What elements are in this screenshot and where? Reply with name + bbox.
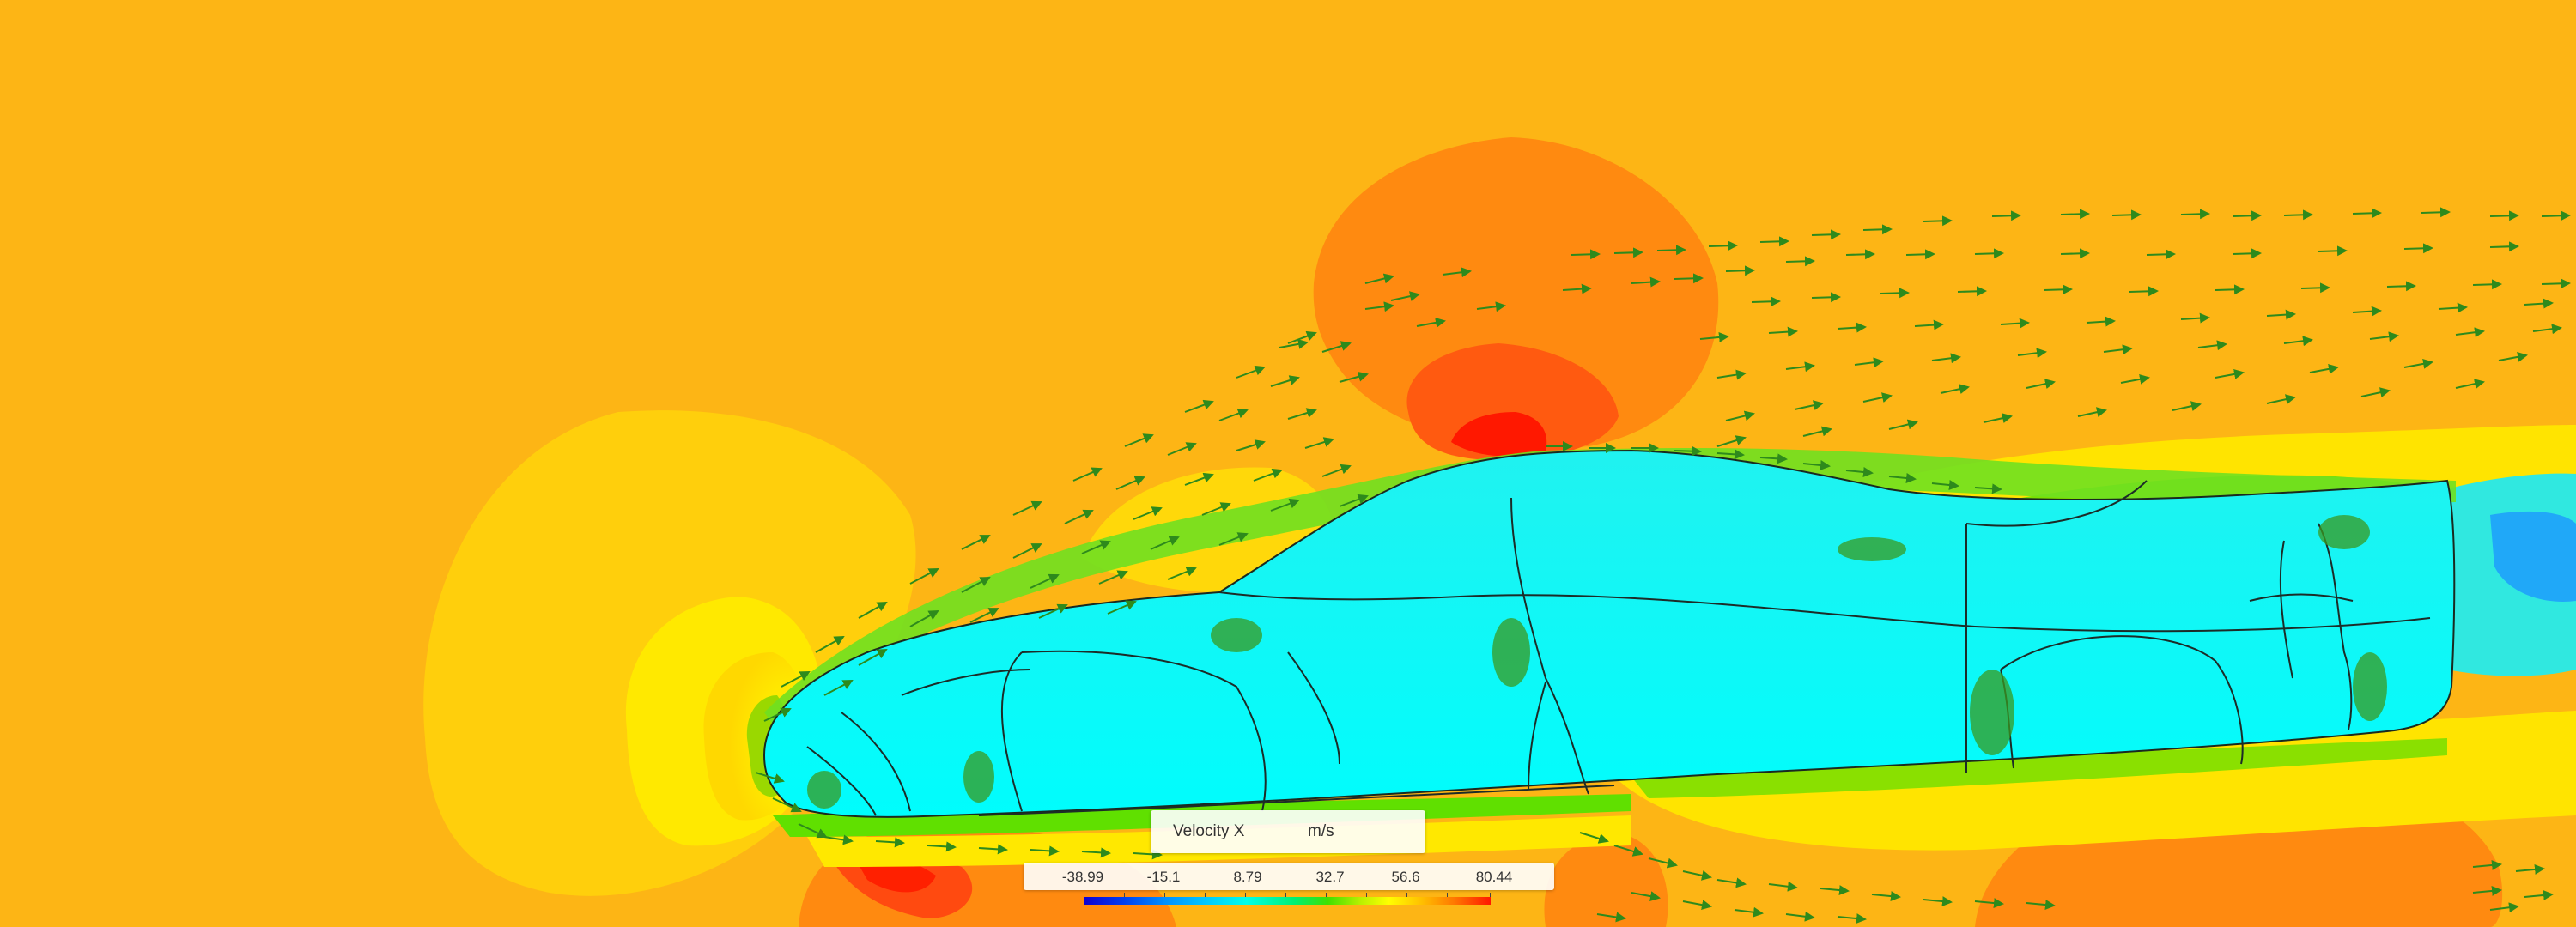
legend-tick-label: 80.44 xyxy=(1475,869,1513,885)
legend-tick-label: -15.1 xyxy=(1146,869,1181,885)
legend-tick-label: -38.99 xyxy=(1061,869,1104,885)
legend-field-name[interactable]: Velocity X xyxy=(1173,822,1244,841)
legend-tick-label: 32.7 xyxy=(1315,869,1345,885)
legend-tick-label: 8.79 xyxy=(1233,869,1262,885)
legend-unit: m/s xyxy=(1308,822,1334,840)
legend-colorbar xyxy=(1084,893,1491,905)
legend-title-panel[interactable]: Velocity X m/s xyxy=(1151,810,1425,853)
simulation-viewport[interactable] xyxy=(0,0,2576,927)
legend-tick-label: 56.6 xyxy=(1391,869,1420,885)
legend-tick-labels: -38.99 -15.1 8.79 32.7 56.6 80.44 xyxy=(1024,869,1554,886)
legend-color-gradient xyxy=(1084,897,1491,905)
legend-scale-panel: -38.99 -15.1 8.79 32.7 56.6 80.44 xyxy=(1024,863,1554,890)
velocity-contour-plot xyxy=(423,137,2576,927)
